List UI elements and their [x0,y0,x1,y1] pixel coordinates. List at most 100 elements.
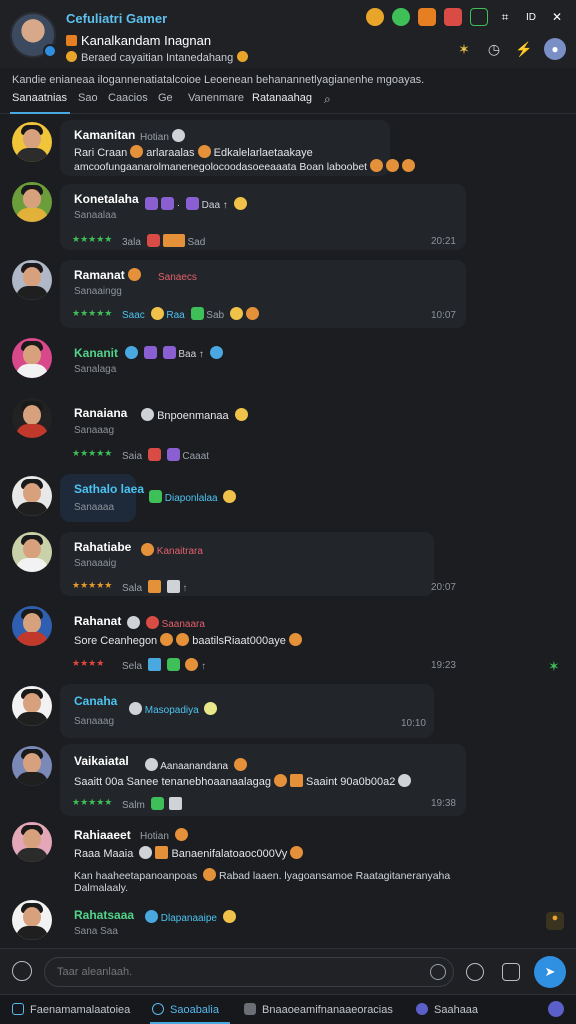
message-item[interactable]: Rahatsaaa Dlapanaaipe Sana Saa [0,898,576,946]
message-item[interactable]: Vaikaiatal Aanaanandana Saaitt 00a Sanee… [0,744,576,818]
message-item[interactable]: Kamanitan Hotian Rari Craan arlaraalas E… [0,118,576,180]
channel-name[interactable]: Kanalkandam Inagnan [66,33,211,48]
avatar[interactable] [12,686,52,726]
nav-item-3[interactable]: Saahaaa [416,1003,478,1016]
message-item[interactable]: Sathalo laea Diaponlalaa Sanaaaa [0,472,576,524]
channel-avatar[interactable] [10,12,57,58]
avatar[interactable] [12,746,52,786]
nav-item-1[interactable]: Saoabalia [152,1003,219,1016]
sender-name[interactable]: Canaha [74,694,117,708]
sender-name[interactable]: Sathalo laea [74,482,144,496]
emoji-icon [174,828,188,841]
panel-icon[interactable] [470,8,488,26]
message-item[interactable]: Konetalaha · Daa ↑ Sanaalaa ★★★★★ 3ala S… [0,182,576,252]
avatar[interactable] [12,260,52,300]
close-icon[interactable]: ✕ [548,8,566,26]
message-meta: Sela ↑ [122,658,206,672]
emoji-icon [398,774,412,787]
message-item[interactable]: Rahanat Saanaara Sore Ceanhegon baatilsR… [0,606,576,680]
hashtag-icon[interactable]: ⌗ [496,8,514,26]
emoji-icon [162,346,176,359]
filter-tab-2[interactable]: Caacios [108,92,148,104]
emoji-picker-icon[interactable] [430,964,446,980]
avatar[interactable] [12,606,52,646]
avatar[interactable] [12,338,52,378]
nav-item-0[interactable]: Faenamamalaatoiea [12,1003,130,1016]
image-icon[interactable] [444,8,462,26]
message-text-part: Kan haaheetapanoanpoas [74,870,198,882]
avatar[interactable] [12,182,52,222]
channel-name-text: Kanalkandam Inagnan [81,33,212,48]
bolt-icon[interactable]: ⚡ [514,39,534,59]
sender-tag-text: Dlapanaaipe [160,913,217,924]
search-icon[interactable]: ⌕ [324,92,331,107]
message-meta-text: 3ala [122,237,141,248]
sender-name[interactable]: Rahatiabe [74,540,131,554]
profile-icon[interactable]: ● [544,38,566,60]
sender-tag-text: Diaponlalaa [164,493,218,504]
filter-tab-4[interactable]: Vanenmare [188,92,244,104]
emoji-icon [290,846,304,859]
filter-tab-1[interactable]: Sao [78,92,98,104]
timestamp: 20:21 [430,236,456,247]
sender-name[interactable]: Kananit [74,346,118,360]
filter-tab-0[interactable]: Sanaatnias [12,92,67,104]
sender-tag: Saanaara [124,616,205,630]
avatar[interactable] [12,900,52,940]
sender-name[interactable]: Rahiaaeet [74,828,131,842]
message-item[interactable]: Ramanat Sanaecs Sanaaingg ★★★★★ Saac Raa… [0,258,576,330]
sender-name[interactable]: Kamanitan [74,128,135,142]
sender-tag-text: Bnpoenmanaa [157,410,229,422]
sender-tag-text: Masopadiya [144,705,199,716]
sender-name[interactable]: Ranaiana [74,406,127,420]
clock-icon[interactable]: ◷ [484,39,504,59]
attachment-icon[interactable] [502,963,520,981]
emoji-icon [190,307,204,320]
pin-icon[interactable]: ✶ [454,39,474,59]
avatar-body [16,772,48,786]
header-actions: ✶ ◷ ⚡ ● [454,38,566,60]
avatar-body [16,286,48,300]
message-text: Dalmalaaly. [74,882,129,894]
avatar[interactable] [12,822,52,862]
star-icon[interactable]: ✶ [548,658,560,675]
sender-name[interactable]: Rahatsaaa [74,908,134,922]
avatar[interactable] [12,398,52,438]
sender-name[interactable]: Vaikaiatal [74,754,129,768]
nav-profile[interactable] [548,1001,570,1018]
refresh-icon[interactable] [392,8,410,26]
avatar[interactable] [12,532,52,572]
message-meta-text: Salm [122,800,145,811]
timestamp: 10:10 [400,718,426,729]
message-input[interactable] [44,957,454,987]
sender-name[interactable]: Konetalaha [74,192,139,206]
send-button[interactable]: ➤ [534,956,566,988]
sender-tag: Aanaanandana [142,758,247,772]
id-icon[interactable]: ID [522,8,540,26]
avatar[interactable] [12,476,52,516]
reaction-icon[interactable] [466,963,484,981]
emoji-icon[interactable] [366,8,384,26]
filter-tab-5[interactable]: Ratanaahag [252,92,312,104]
emoji-icon[interactable]: ● [546,912,564,930]
filter-tab-3[interactable]: Ge [158,92,173,104]
nav-label: Faenamamalaatoiea [30,1004,131,1016]
nav-item-2[interactable]: Bnaaoeamifnanaaeoracias [244,1003,393,1016]
sender-name[interactable]: Ramanat [74,268,141,282]
message-meta-text: Caaat [182,451,210,462]
box-icon[interactable] [418,8,436,26]
emoji-icon [171,129,185,142]
message-item[interactable]: Rahatiabe Kanaitrara Sanaaaig ★★★★★ Sala… [0,530,576,598]
message-item[interactable]: Canaha Masopadiya Sanaaag 10:10 [0,684,576,738]
message-item[interactable]: Kananit Baa ↑ Sanalaga [0,336,576,386]
avatar[interactable] [12,122,52,162]
emoji-icon [233,197,247,210]
emoji-icon [141,408,154,421]
message-meta: Salm [122,797,183,811]
emoji-icon [233,758,247,771]
sender-name[interactable]: Rahanat [74,614,121,628]
message-item[interactable]: Rahiaaeet Hotian Raaa Maaia Banaenifalat… [0,822,576,894]
message-meta: Saia Caaat [122,448,209,462]
add-icon[interactable] [12,961,32,981]
message-item[interactable]: Ranaiana Bnpoenmanaa Sanaaag ★★★★★ Saia … [0,398,576,462]
